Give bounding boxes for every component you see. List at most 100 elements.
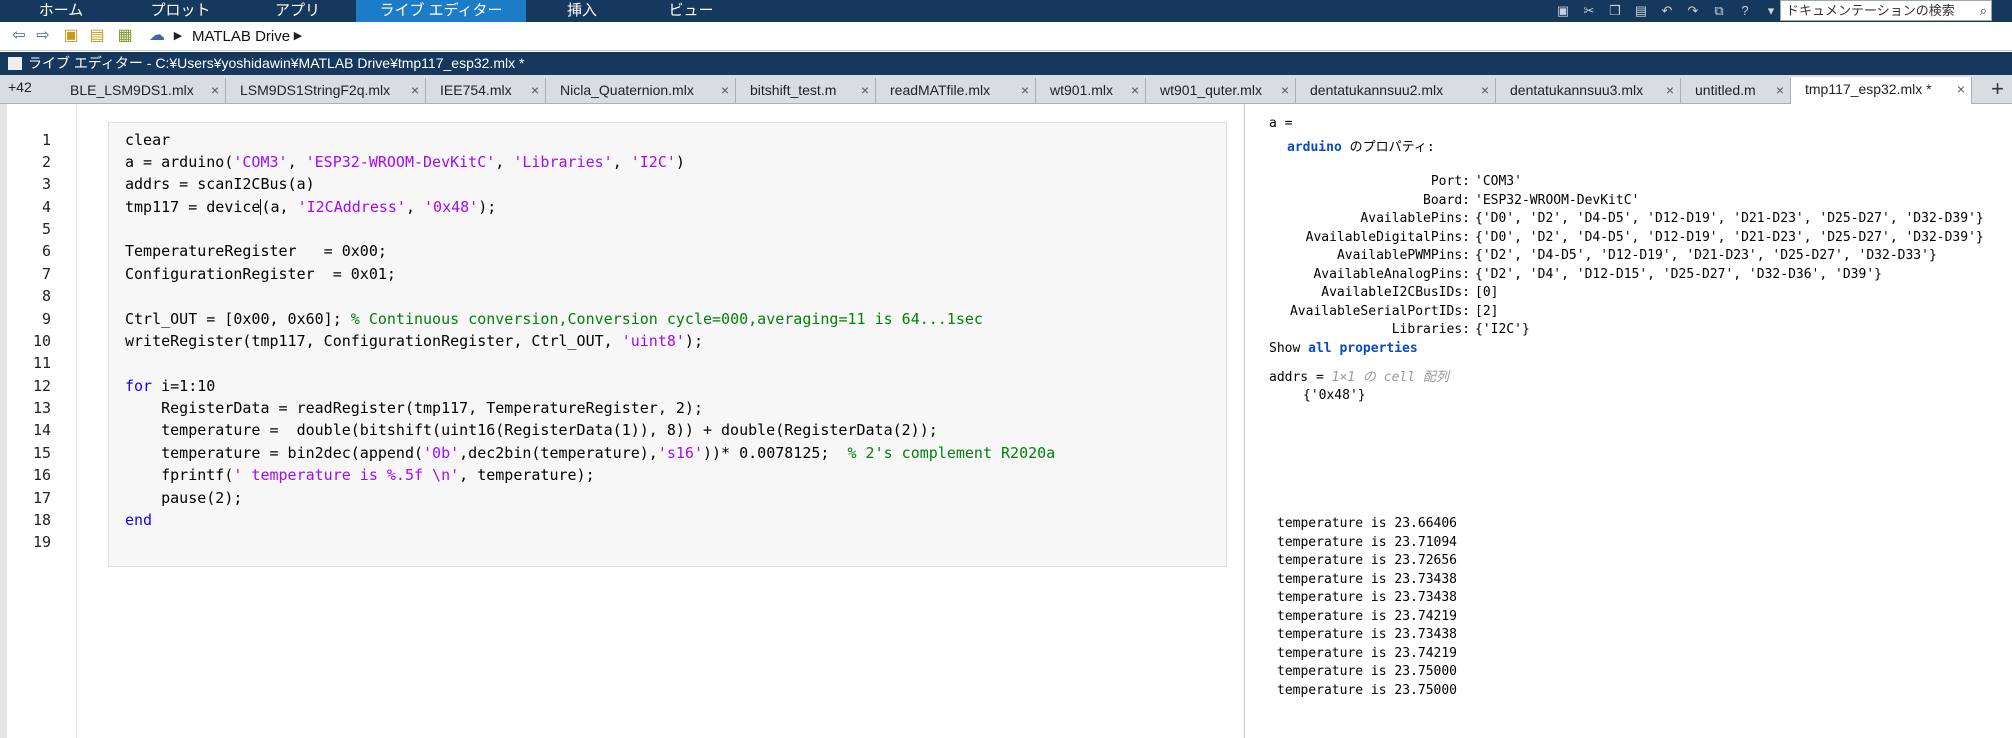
string-literal: 'COM3' — [233, 153, 288, 171]
save-icon[interactable]: ▣ — [1552, 2, 1574, 20]
line-number: 19 — [32, 533, 51, 551]
search-icon[interactable]: ⌕ — [1980, 1, 1987, 20]
code-line[interactable]: RegisterData = readRegister(tmp117, Temp… — [125, 399, 703, 417]
tab-view[interactable]: ビュー — [638, 0, 744, 22]
code-line[interactable]: writeRegister(tmp117, ConfigurationRegis… — [125, 332, 703, 350]
tab-home[interactable]: ホーム — [0, 0, 122, 22]
line-number: 9 — [41, 310, 51, 328]
doc-tab[interactable]: dentatukannsuu2.mlx × — [1296, 78, 1496, 103]
doc-search-input[interactable]: ドキュメンテーションの検索 ⌕ — [1780, 0, 1992, 21]
code-line[interactable]: fprintf(' temperature is %.5f \n', tempe… — [125, 466, 595, 484]
close-icon[interactable]: × — [1131, 78, 1139, 103]
doc-tab[interactable]: dentatukannsuu3.mlx × — [1496, 78, 1681, 103]
undo-icon[interactable]: ↶ — [1656, 2, 1678, 20]
cloud-icon[interactable]: ☁ — [144, 25, 170, 47]
close-icon[interactable]: × — [1776, 78, 1784, 103]
browse-folder-icon[interactable]: ▤ — [86, 25, 108, 47]
temperature-output-line: temperature is 23.72656 — [1277, 553, 1458, 568]
path-segment-matlab-drive[interactable]: MATLAB Drive — [192, 28, 290, 45]
close-icon[interactable]: × — [1021, 78, 1029, 103]
tab-live-editor[interactable]: ライブ エディター — [356, 0, 526, 22]
close-icon[interactable]: × — [211, 78, 219, 103]
help-icon[interactable]: ? — [1734, 2, 1756, 20]
code-line[interactable]: end — [125, 511, 152, 529]
code-text: RegisterData = readRegister(tmp117, Temp… — [125, 399, 703, 417]
close-icon[interactable]: × — [411, 78, 419, 103]
addrs-line: addrs = 1×1 の cell 配列 — [1269, 366, 1449, 385]
chevron-right-icon: ▶ — [173, 30, 183, 42]
code-text: ConfigurationRegister = 0x01; — [125, 265, 396, 283]
address-bar: ⇦ ⇨ ▣ ▤ ▦ ☁ ▶ MATLAB Drive ▶ — [0, 22, 2012, 51]
output-type-label: 1×1 の cell 配列 — [1331, 370, 1449, 385]
close-icon[interactable]: × — [531, 78, 539, 103]
close-icon[interactable]: × — [721, 78, 729, 103]
add-tab-icon[interactable]: + — [1991, 75, 2004, 102]
tab-insert[interactable]: 挿入 — [526, 0, 638, 22]
string-literal: 'I2CAddress' — [297, 198, 406, 216]
close-icon[interactable]: × — [1281, 78, 1289, 103]
redo-icon[interactable]: ↷ — [1682, 2, 1704, 20]
close-icon[interactable]: × — [861, 78, 869, 103]
temperature-output-line: temperature is 23.73438 — [1277, 590, 1458, 605]
code-text: , — [287, 153, 306, 171]
code-editor[interactable]: 1 2 3 4 5 6 7 8 9 10 11 12 13 14 15 16 1… — [0, 104, 1244, 738]
doc-tab-active[interactable]: tmp117_esp32.mlx * × — [1791, 77, 1972, 104]
line-number: 6 — [41, 242, 51, 260]
code-text: , — [495, 153, 514, 171]
doc-tab[interactable]: bitshift_test.m × — [736, 78, 876, 103]
temperature-output-line: temperature is 23.75000 — [1277, 664, 1458, 679]
up-folder-icon[interactable]: ▣ — [60, 25, 82, 47]
code-line[interactable]: tmp117 = device(a, 'I2CAddress', '0x48')… — [125, 198, 496, 216]
code-line[interactable]: clear — [125, 131, 170, 149]
code-line[interactable]: addrs = scanI2CBus(a) — [125, 175, 315, 193]
doc-tab[interactable]: BLE_LSM9DS1.mlx × — [56, 78, 226, 103]
close-icon[interactable]: × — [1957, 77, 1965, 102]
tab-apps[interactable]: アプリ — [239, 0, 356, 22]
open-folder-icon[interactable]: ▦ — [114, 25, 136, 47]
all-properties-link[interactable]: all properties — [1308, 341, 1418, 356]
code-line[interactable]: Ctrl_OUT = [0x00, 0x60]; % Continuous co… — [125, 310, 983, 328]
code-text: pause(2); — [125, 489, 243, 507]
tab-plots[interactable]: プロット — [122, 0, 239, 22]
doc-tab-label: Nicla_Quaternion.mlx — [560, 82, 694, 98]
code-line[interactable]: for i=1:10 — [125, 377, 215, 395]
code-text: fprintf( — [125, 466, 234, 484]
paste-icon[interactable]: ▤ — [1630, 2, 1652, 20]
close-icon[interactable]: × — [1481, 78, 1489, 103]
prop-name: Board: — [1423, 193, 1470, 208]
code-line[interactable]: temperature = bin2dec(append('0b',dec2bi… — [125, 444, 1055, 462]
code-text: addrs = scanI2CBus(a) — [125, 175, 315, 193]
chevron-right-icon[interactable]: ▶ — [292, 25, 304, 47]
code-line[interactable]: TemperatureRegister = 0x00; — [125, 242, 387, 260]
code-line[interactable]: pause(2); — [125, 489, 242, 507]
class-link[interactable]: arduino — [1287, 140, 1342, 155]
temperature-output-line: temperature is 23.75000 — [1277, 683, 1458, 698]
temperature-output-line: temperature is 23.73438 — [1277, 627, 1458, 642]
code-text: ); — [478, 198, 497, 216]
code-line[interactable]: ConfigurationRegister = 0x01; — [125, 265, 396, 283]
forward-icon[interactable]: ⇨ — [32, 25, 54, 47]
code-text: temperature = bin2dec(append( — [125, 444, 424, 462]
doc-tab[interactable]: readMATfile.mlx × — [876, 78, 1036, 103]
left-dock-strip — [0, 104, 7, 738]
copy-icon[interactable]: ❐ — [1604, 2, 1626, 20]
temperature-output-line: temperature is 23.73438 — [1277, 572, 1458, 587]
options-icon[interactable]: ▾ — [1760, 2, 1782, 20]
back-icon[interactable]: ⇦ — [8, 25, 30, 47]
doc-tab[interactable]: wt901.mlx × — [1036, 78, 1146, 103]
code-text: ); — [684, 332, 703, 350]
prop-name: AvailableI2CBusIDs: — [1321, 285, 1470, 300]
doc-tab[interactable]: wt901_quter.mlx × — [1146, 78, 1296, 103]
tab-overflow-count[interactable]: +42 — [8, 79, 32, 95]
doc-tab[interactable]: untitled.m × — [1681, 78, 1791, 103]
doc-tab[interactable]: Nicla_Quaternion.mlx × — [546, 78, 736, 103]
prop-name: AvailableAnalogPins: — [1313, 267, 1470, 282]
code-line[interactable]: temperature = double(bitshift(uint16(Reg… — [125, 421, 938, 439]
switch-windows-icon[interactable]: ⧉ — [1708, 2, 1730, 20]
cut-icon[interactable]: ✂ — [1578, 2, 1600, 20]
doc-tab-label: IEE754.mlx — [440, 82, 512, 98]
close-icon[interactable]: × — [1666, 78, 1674, 103]
doc-tab[interactable]: IEE754.mlx × — [426, 78, 546, 103]
doc-tab[interactable]: LSM9DS1StringF2q.mlx × — [226, 78, 426, 103]
code-line[interactable]: a = arduino('COM3', 'ESP32-WROOM-DevKitC… — [125, 153, 685, 171]
